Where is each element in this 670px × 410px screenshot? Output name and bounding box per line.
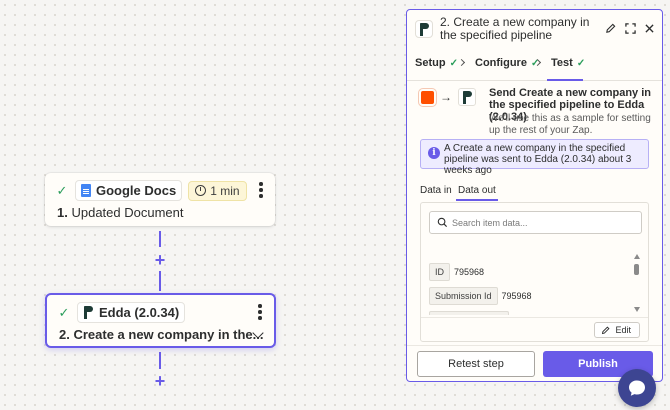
step-title-text: Updated Document xyxy=(71,205,184,220)
tab-label: Setup xyxy=(415,57,446,69)
tab-label: Test xyxy=(551,57,573,69)
more-vertical-icon[interactable] xyxy=(259,182,263,198)
step-card-2[interactable]: ✓ Edda (2.0.34) 2. Create a new company … xyxy=(45,293,276,348)
clock-icon xyxy=(195,185,207,196)
step-number: 1. xyxy=(57,205,68,220)
scrollbar-thumb[interactable] xyxy=(634,264,639,275)
search-field[interactable] xyxy=(429,211,642,234)
edda-logo-icon xyxy=(415,20,433,38)
chevron-right-icon xyxy=(457,58,466,67)
step-title: 2. Create a new company in the... xyxy=(59,327,263,342)
connector-line xyxy=(159,271,161,291)
send-subtitle: We'll use this as a sample for setting u… xyxy=(489,113,651,136)
plus-icon[interactable]: + xyxy=(153,372,167,390)
tab-test[interactable]: Test ✓ xyxy=(551,57,585,69)
divider xyxy=(421,317,648,318)
trigger-app-icon xyxy=(418,87,437,107)
panel-title: 2. Create a new company in the specified… xyxy=(440,16,600,42)
duration-badge: 1 min xyxy=(188,180,247,201)
flow-diagram: → xyxy=(418,87,476,107)
step-number: 2. xyxy=(59,327,70,342)
panel-tabs: Setup ✓ Configure ✓ Test ✓ xyxy=(407,55,662,81)
edda-logo-icon xyxy=(83,306,94,319)
edit-button[interactable]: Edit xyxy=(594,322,640,338)
field-row-id: ID 795968 xyxy=(429,263,484,281)
app-chip-google-docs: Google Docs xyxy=(75,180,183,201)
connector-line xyxy=(159,352,161,369)
info-message: A Create a new company in the specified … xyxy=(444,143,632,176)
google-docs-icon xyxy=(81,184,91,197)
tab-setup[interactable]: Setup ✓ xyxy=(415,57,458,69)
expand-icon[interactable] xyxy=(625,23,636,34)
plus-icon[interactable]: + xyxy=(153,251,167,269)
field-value: 795968 xyxy=(501,291,532,301)
tab-data-out[interactable]: Data out xyxy=(458,185,496,196)
tab-data-in[interactable]: Data in xyxy=(420,185,452,196)
step-card-1-header: ✓ Google Docs 1 min xyxy=(55,180,247,201)
more-vertical-icon[interactable] xyxy=(258,304,262,320)
app-name: Edda (2.0.34) xyxy=(99,305,180,320)
data-tabs: Data in Data out xyxy=(420,182,649,202)
active-tab-indicator xyxy=(547,79,583,81)
info-icon: i xyxy=(428,147,440,159)
step-detail-panel: 2. Create a new company in the specified… xyxy=(406,9,663,382)
retest-step-button[interactable]: Retest step xyxy=(417,351,535,377)
panel-step-number: 2. xyxy=(440,15,451,29)
edit-label: Edit xyxy=(615,325,631,335)
chat-button[interactable] xyxy=(618,369,656,407)
info-banner: i A Create a new company in the specifie… xyxy=(420,139,649,176)
edda-logo-icon xyxy=(458,88,476,106)
app-name: Google Docs xyxy=(96,183,177,198)
data-output-box: ID 795968 Submission Id 795968 Edit xyxy=(420,202,649,342)
scroll-up-arrow[interactable] xyxy=(634,254,640,259)
chat-icon xyxy=(629,380,645,396)
scroll-down-arrow[interactable] xyxy=(634,307,640,312)
duration-label: 1 min xyxy=(210,183,240,198)
app-chip-edda: Edda (2.0.34) xyxy=(77,302,186,323)
search-input[interactable] xyxy=(452,215,637,230)
field-row-submission-id: Submission Id 795968 xyxy=(429,287,532,305)
active-data-tab-indicator xyxy=(456,199,498,201)
connector-line xyxy=(159,231,161,247)
step-card-2-header: ✓ Edda (2.0.34) xyxy=(57,302,186,323)
tab-configure[interactable]: Configure ✓ xyxy=(475,57,539,69)
close-icon[interactable] xyxy=(645,24,654,33)
check-icon: ✓ xyxy=(576,57,586,69)
field-row-partial xyxy=(429,311,509,315)
tab-label: Configure xyxy=(475,57,527,69)
step-title: 1. Updated Document xyxy=(57,205,183,220)
field-key: ID xyxy=(429,263,450,281)
panel-title-text: Create a new company in the specified pi… xyxy=(440,15,590,42)
arrow-right-icon: → xyxy=(440,90,452,104)
field-key: Submission Id xyxy=(429,287,498,305)
pencil-icon[interactable] xyxy=(605,23,616,34)
check-icon: ✓ xyxy=(58,304,70,320)
field-value: 795968 xyxy=(454,267,485,277)
panel-header: 2. Create a new company in the specified… xyxy=(407,10,662,48)
check-icon: ✓ xyxy=(449,57,458,69)
check-icon: ✓ xyxy=(56,182,68,198)
search-icon xyxy=(437,217,448,228)
pencil-icon xyxy=(602,325,610,334)
step-title-text: Create a new company in the... xyxy=(73,327,264,342)
step-card-1[interactable]: ✓ Google Docs 1 min 1. Updated Document xyxy=(45,173,275,226)
